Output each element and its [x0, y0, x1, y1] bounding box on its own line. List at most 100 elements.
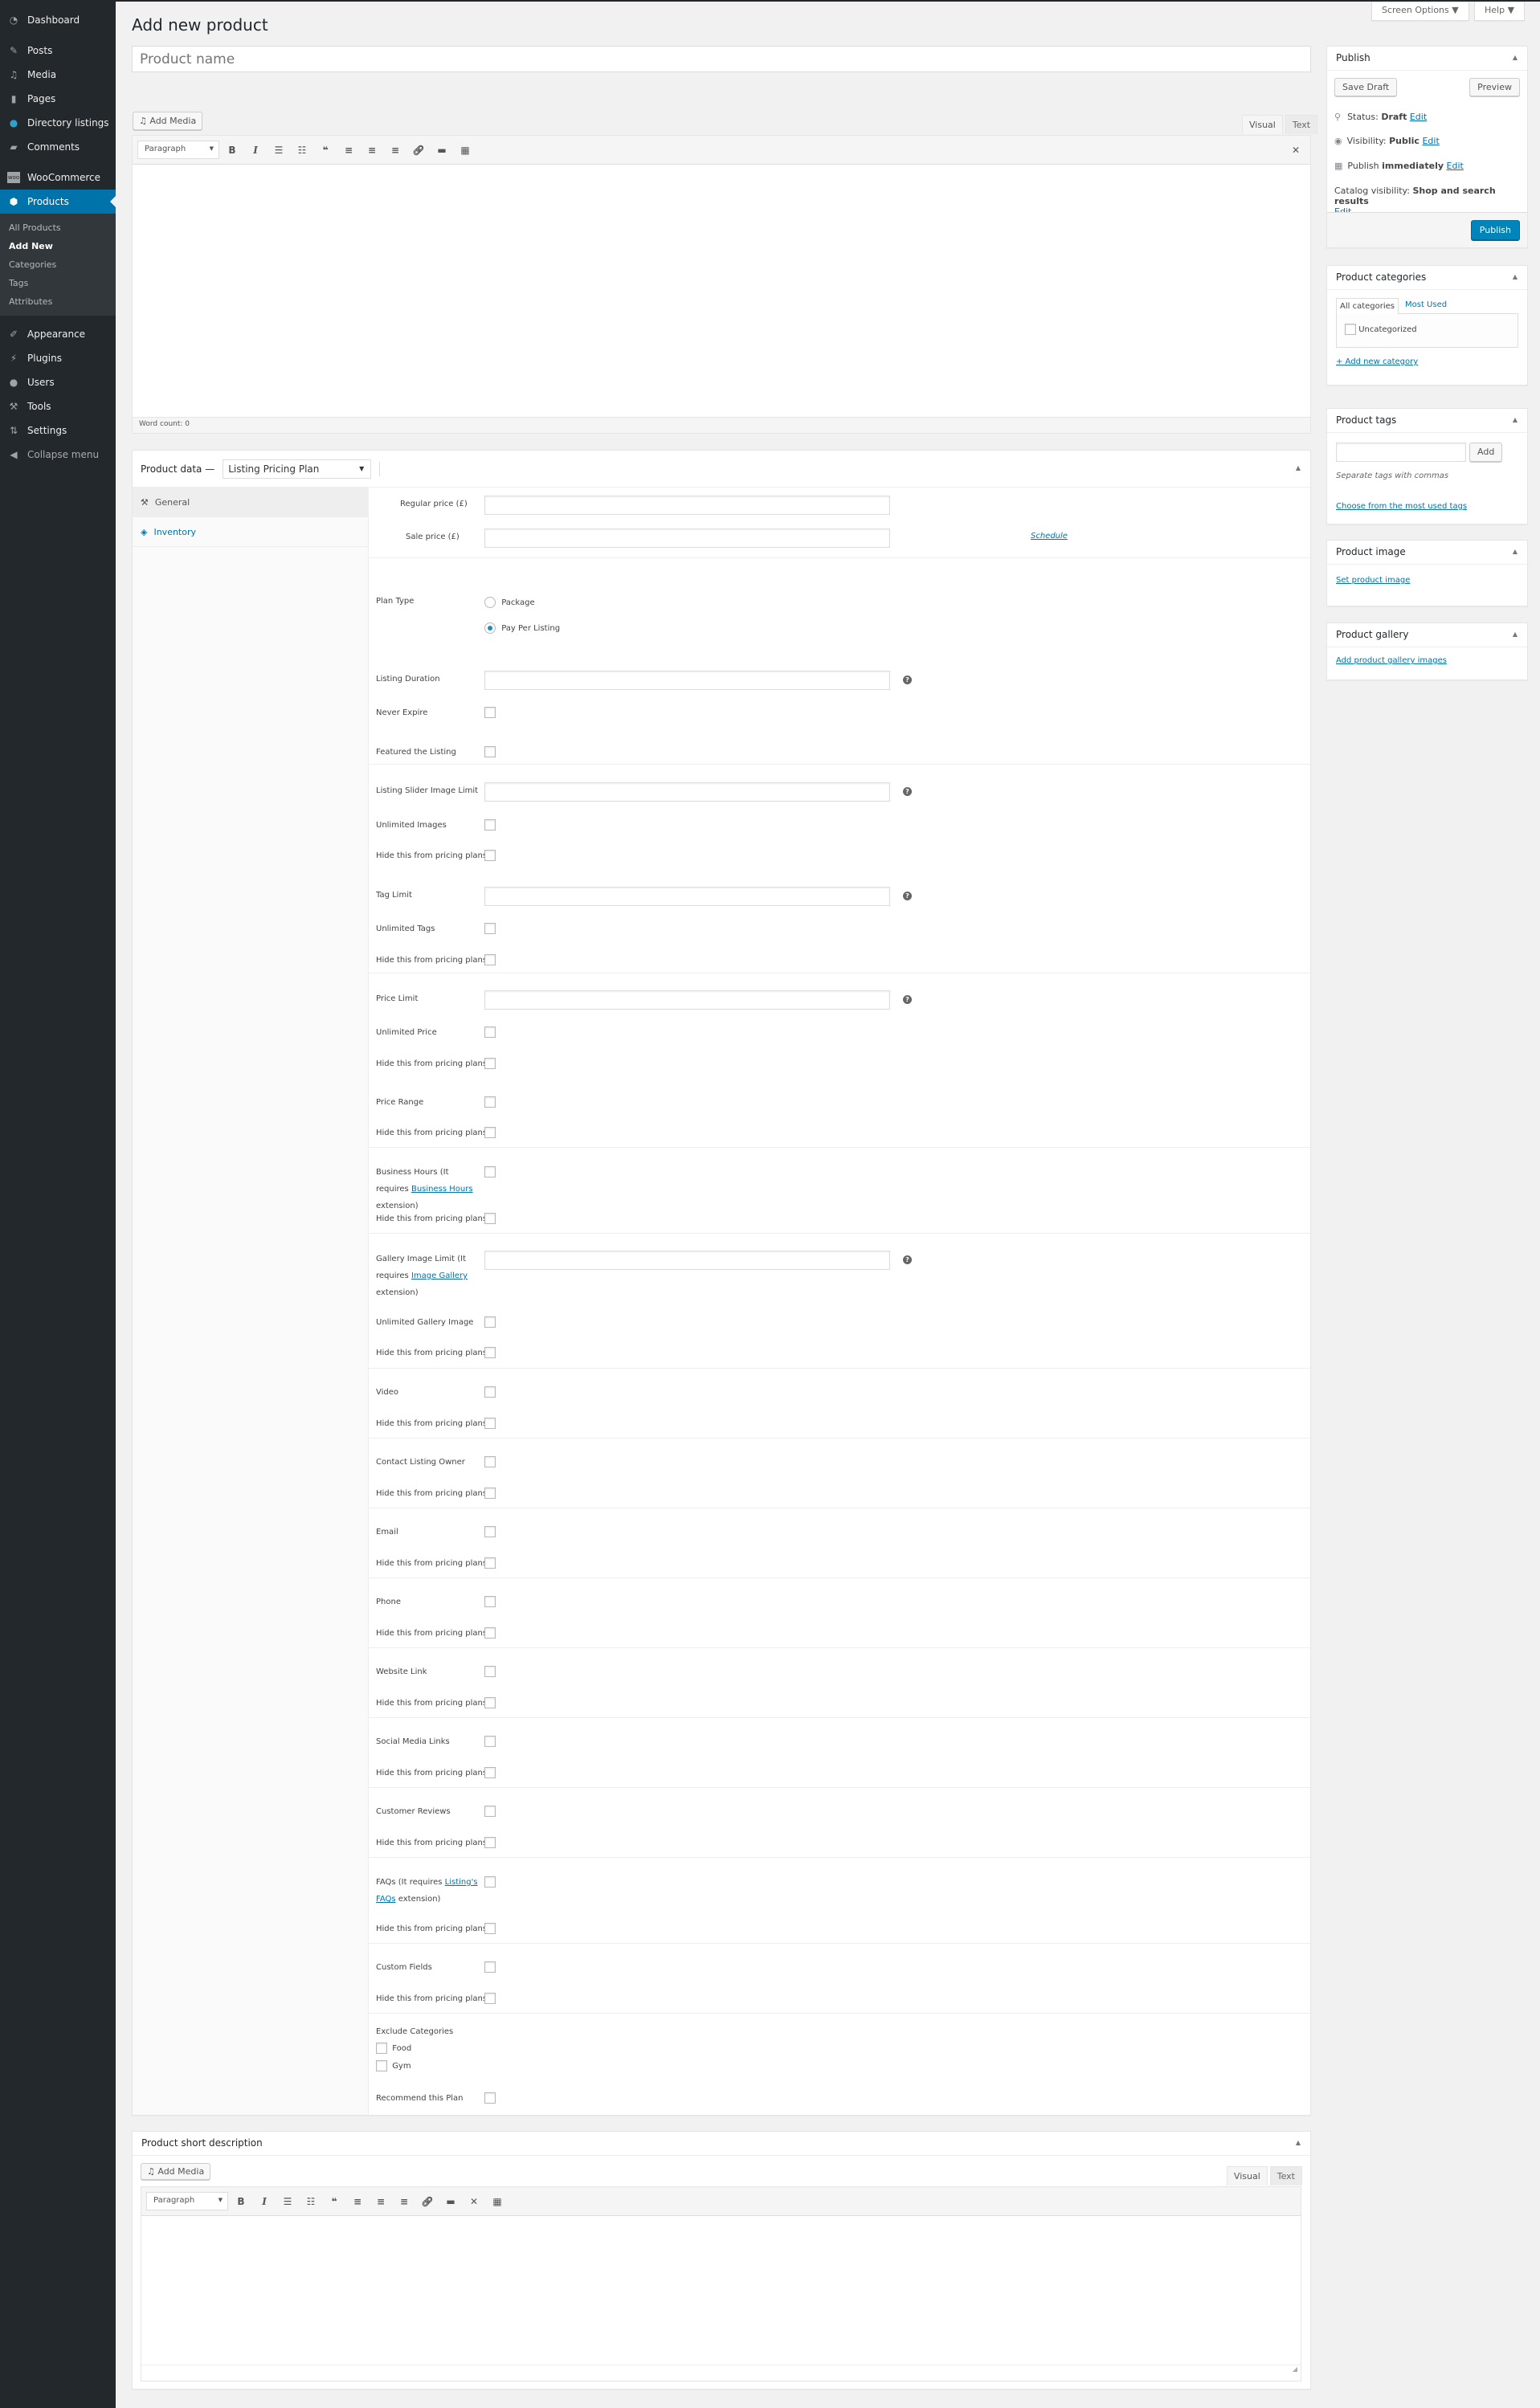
hide-contact-checkbox[interactable] [484, 1488, 496, 1499]
category-checkbox[interactable] [1345, 324, 1356, 335]
price-limit-input[interactable] [484, 990, 890, 1010]
sidebar-item-pages[interactable]: ▮ Pages [0, 87, 116, 111]
toggle-icon[interactable]: ▲ [1296, 464, 1301, 471]
format-select[interactable]: Paragraph [137, 141, 219, 159]
editor-body[interactable] [133, 165, 1310, 417]
align-left-icon[interactable]: ≡ [349, 2196, 366, 2207]
unlimited-images-checkbox[interactable] [484, 819, 496, 831]
gallery-image-limit-input[interactable] [484, 1251, 890, 1270]
social-links-checkbox[interactable] [484, 1736, 496, 1747]
featured-listing-checkbox[interactable] [484, 746, 496, 757]
business-hours-checkbox[interactable] [484, 1166, 496, 1177]
tag-limit-input[interactable] [484, 887, 890, 906]
blockquote-icon[interactable]: ❝ [326, 2196, 342, 2207]
submenu-tags[interactable]: Tags [0, 274, 116, 292]
plan-option-pay-per-listing[interactable]: Pay Per Listing [484, 622, 560, 634]
add-gallery-images-link[interactable]: Add product gallery images [1336, 656, 1447, 665]
hide-video-checkbox[interactable] [484, 1418, 496, 1429]
plan-option-package[interactable]: Package [484, 597, 535, 608]
align-right-icon[interactable]: ≡ [387, 145, 403, 156]
choose-tags-link[interactable]: Choose from the most used tags [1336, 502, 1518, 511]
add-media-button[interactable]: ♫ Add Media [133, 112, 203, 130]
exclude-food-checkbox[interactable] [376, 2043, 387, 2054]
add-tag-button[interactable]: Add [1469, 443, 1503, 462]
unlimited-price-checkbox[interactable] [484, 1026, 496, 1038]
link-icon[interactable]: 🔗︎ [419, 2196, 435, 2207]
hide-price-range-checkbox[interactable] [484, 1127, 496, 1138]
align-center-icon[interactable]: ≡ [373, 2196, 389, 2207]
toggle-icon[interactable]: ▲ [1513, 54, 1518, 61]
sidebar-item-users[interactable]: ● Users [0, 370, 116, 394]
edit-schedule-link[interactable]: Edit [1447, 161, 1464, 171]
hide-tags-checkbox[interactable] [484, 954, 496, 965]
add-new-category-link[interactable]: + Add new category [1336, 357, 1518, 366]
video-checkbox[interactable] [484, 1386, 496, 1398]
blockquote-icon[interactable]: ❝ [317, 145, 333, 156]
sidebar-item-directory-listings[interactable]: ● Directory listings [0, 111, 116, 135]
tab-visual[interactable]: Visual [1226, 2166, 1268, 2186]
submenu-add-new[interactable]: Add New [0, 237, 116, 255]
edit-status-link[interactable]: Edit [1410, 112, 1427, 122]
screen-options-button[interactable]: Screen Options ▼ [1371, 2, 1469, 21]
resize-handle[interactable]: ◢ [141, 2365, 1301, 2381]
link-icon[interactable]: 🔗︎ [411, 145, 427, 156]
edit-visibility-link[interactable]: Edit [1422, 136, 1439, 146]
toggle-icon[interactable]: ▲ [1296, 2139, 1301, 2146]
package-radio[interactable] [484, 597, 496, 608]
help-icon[interactable]: ? [903, 892, 912, 900]
tab-most-used[interactable]: Most Used [1399, 297, 1453, 313]
numbered-list-icon[interactable]: ☷ [303, 2196, 319, 2207]
product-name-input[interactable] [132, 46, 1311, 72]
sale-price-input[interactable] [484, 529, 890, 548]
tab-text[interactable]: Text [1285, 115, 1318, 134]
price-range-checkbox[interactable] [484, 1096, 496, 1108]
tag-input[interactable] [1336, 443, 1466, 462]
sidebar-item-dashboard[interactable]: ◔ Dashboard [0, 8, 116, 32]
help-icon[interactable]: ? [903, 1255, 912, 1264]
read-more-icon[interactable]: ▬ [434, 145, 450, 156]
hide-price-checkbox[interactable] [484, 1058, 496, 1069]
exclude-gym-checkbox[interactable] [376, 2060, 387, 2071]
tab-all-categories[interactable]: All categories [1336, 298, 1399, 314]
sidebar-item-settings[interactable]: ⇅ Settings [0, 418, 116, 443]
italic-icon[interactable]: I [247, 145, 263, 156]
exclude-gym[interactable]: Gym [376, 2060, 1310, 2071]
listing-duration-input[interactable] [484, 671, 890, 690]
email-checkbox[interactable] [484, 1526, 496, 1537]
hide-gallery-checkbox[interactable] [484, 1347, 496, 1358]
sidebar-item-appearance[interactable]: ✐ Appearance [0, 322, 116, 346]
publish-button[interactable]: Publish [1470, 220, 1520, 240]
gallery-image-limit-extension-link[interactable]: Image Gallery [411, 1271, 468, 1280]
fullscreen-icon[interactable]: ✕ [466, 2196, 482, 2207]
contact-owner-checkbox[interactable] [484, 1456, 496, 1467]
business-hours-extension-link[interactable]: Business Hours [411, 1185, 473, 1194]
sidebar-item-woocommerce[interactable]: woo WooCommerce [0, 165, 116, 190]
fullscreen-icon[interactable]: ✕ [1288, 145, 1304, 156]
save-draft-button[interactable]: Save Draft [1334, 78, 1398, 96]
toolbar-toggle-icon[interactable]: ▦ [489, 2196, 505, 2207]
tab-inventory[interactable]: ◈ Inventory [133, 517, 368, 547]
sidebar-item-media[interactable]: ♫ Media [0, 63, 116, 87]
toggle-icon[interactable]: ▲ [1513, 631, 1518, 638]
tab-visual[interactable]: Visual [1242, 115, 1283, 134]
unlimited-tags-checkbox[interactable] [484, 923, 496, 934]
sidebar-item-products[interactable]: ⬢ Products [0, 190, 116, 214]
schedule-link[interactable]: Schedule [1031, 532, 1068, 541]
sidebar-item-tools[interactable]: ⚒ Tools [0, 394, 116, 418]
help-icon[interactable]: ? [903, 787, 912, 796]
align-right-icon[interactable]: ≡ [396, 2196, 412, 2207]
hide-unlimited-images-checkbox[interactable] [484, 850, 496, 861]
hide-custom-fields-checkbox[interactable] [484, 1993, 496, 2004]
toolbar-toggle-icon[interactable]: ▦ [457, 145, 473, 156]
hide-faqs-checkbox[interactable] [484, 1923, 496, 1934]
recommend-plan-checkbox[interactable] [484, 2092, 496, 2104]
never-expire-checkbox[interactable] [484, 707, 496, 718]
help-button[interactable]: Help ▼ [1474, 2, 1526, 21]
bullet-list-icon[interactable]: ☰ [271, 145, 287, 156]
hide-phone-checkbox[interactable] [484, 1627, 496, 1639]
set-product-image-link[interactable]: Set product image [1336, 576, 1410, 585]
hide-website-checkbox[interactable] [484, 1697, 496, 1708]
sidebar-item-comments[interactable]: ▰ Comments [0, 135, 116, 159]
sidebar-item-posts[interactable]: ✎ Posts [0, 39, 116, 63]
phone-checkbox[interactable] [484, 1596, 496, 1607]
